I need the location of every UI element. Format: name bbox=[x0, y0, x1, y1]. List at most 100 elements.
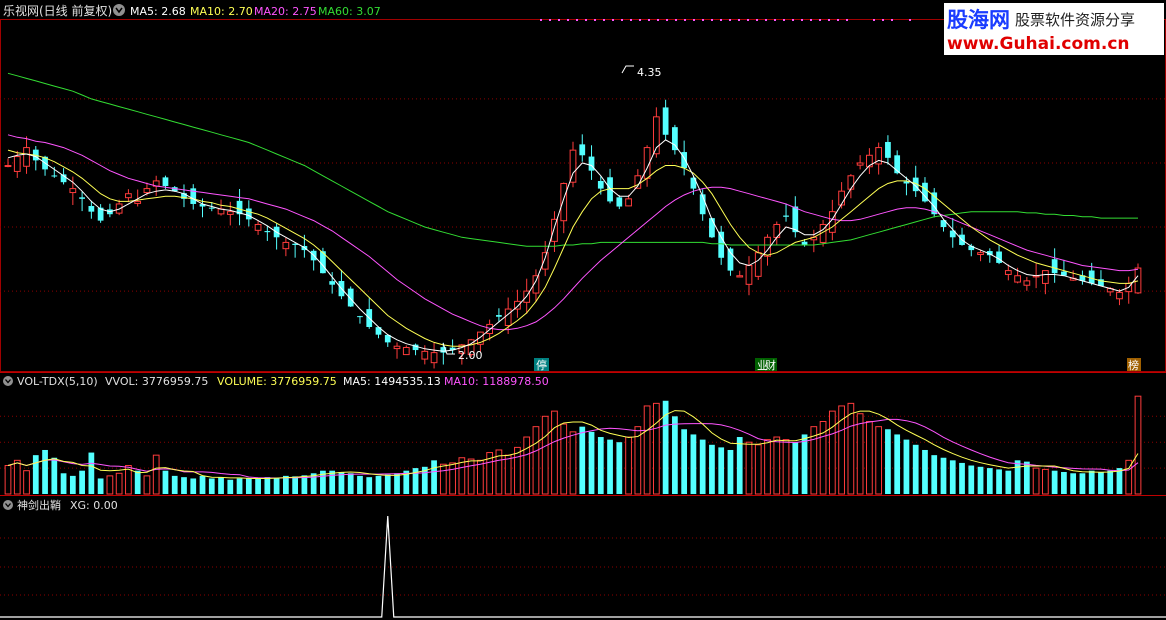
volume-bar bbox=[616, 442, 623, 494]
volume-bar bbox=[569, 431, 577, 495]
top-dot bbox=[540, 19, 542, 21]
tag-list[interactable]: 榜 bbox=[1127, 358, 1141, 372]
volume-bar bbox=[597, 437, 604, 494]
volume-bar bbox=[625, 436, 632, 495]
tag-list-label: 榜 bbox=[1128, 358, 1139, 372]
volume-bars bbox=[4, 395, 1142, 495]
legend-ma20: MA20: 2.75 bbox=[254, 5, 317, 18]
volume-bar bbox=[560, 423, 568, 495]
tag-stop[interactable]: 停 bbox=[534, 358, 549, 372]
volume-bar bbox=[1079, 473, 1086, 494]
volume-bar bbox=[1107, 470, 1114, 494]
top-dot bbox=[612, 19, 614, 21]
chevron-down-icon[interactable] bbox=[3, 376, 13, 386]
candle-body bbox=[625, 198, 632, 207]
volume-bar bbox=[467, 458, 475, 495]
top-dot bbox=[891, 19, 893, 21]
volume-bar bbox=[181, 477, 187, 494]
volume-bar bbox=[727, 449, 734, 494]
volume-bar bbox=[514, 446, 521, 495]
candle-body bbox=[88, 206, 95, 212]
watermark-brand: 股海网 bbox=[947, 8, 1010, 32]
candle-body bbox=[597, 180, 604, 189]
candle-body bbox=[672, 127, 678, 151]
volume-bar bbox=[977, 466, 984, 494]
candle-body bbox=[4, 165, 12, 168]
top-dot bbox=[630, 19, 632, 21]
signal-xg-value: XG: 0.00 bbox=[70, 499, 118, 512]
volume-bar bbox=[1014, 460, 1021, 494]
candle-body bbox=[792, 206, 799, 233]
top-dot bbox=[747, 19, 749, 21]
top-dot bbox=[828, 19, 830, 21]
volume-bar bbox=[875, 426, 883, 495]
volume-bar bbox=[329, 470, 336, 494]
top-dot bbox=[810, 19, 812, 21]
top-dot bbox=[594, 19, 596, 21]
volume-bar bbox=[282, 475, 289, 494]
candle-body bbox=[504, 308, 512, 326]
candle-body bbox=[329, 281, 336, 285]
volume-bar bbox=[709, 444, 715, 494]
candle-body bbox=[736, 275, 744, 278]
volume-bar bbox=[699, 439, 706, 494]
volume-bar bbox=[449, 462, 456, 495]
top-dot bbox=[756, 19, 758, 21]
top-dot bbox=[576, 19, 578, 21]
volume-bar bbox=[681, 429, 688, 494]
candle-body bbox=[745, 264, 753, 285]
top-dot bbox=[549, 19, 551, 21]
top-dot bbox=[603, 19, 605, 21]
volume-bar bbox=[60, 473, 67, 494]
volume-bar bbox=[940, 457, 947, 494]
top-dot bbox=[720, 19, 722, 21]
candle-body bbox=[1023, 280, 1031, 286]
top-dot bbox=[792, 19, 794, 21]
volume-bar bbox=[273, 477, 280, 494]
volume-bar bbox=[357, 475, 363, 494]
candle-body bbox=[496, 315, 502, 317]
volume-bar bbox=[162, 470, 169, 494]
candle-body bbox=[421, 350, 429, 360]
volume-bar bbox=[773, 436, 781, 495]
candle-body bbox=[838, 190, 845, 206]
tag-finance[interactable]: 业 财 bbox=[755, 358, 777, 372]
candle-body bbox=[13, 156, 21, 172]
volume-bar bbox=[551, 410, 558, 495]
candle-body bbox=[347, 288, 354, 307]
candle-body bbox=[1004, 270, 1012, 275]
vol-vvol: VVOL: 3776959.75 bbox=[105, 375, 208, 388]
chevron-down-icon[interactable] bbox=[113, 4, 125, 16]
volume-bar bbox=[754, 444, 762, 495]
candle-body bbox=[1014, 275, 1021, 283]
candle-body bbox=[1116, 291, 1123, 300]
top-dot bbox=[909, 19, 911, 21]
candle-body bbox=[23, 147, 30, 167]
price-candles bbox=[4, 99, 1142, 369]
volume-bar bbox=[866, 420, 873, 495]
volume-bar bbox=[347, 473, 354, 494]
volume-bar bbox=[152, 454, 160, 495]
volume-bar bbox=[245, 477, 252, 494]
chevron-down-icon[interactable] bbox=[3, 500, 13, 510]
top-dot bbox=[675, 19, 677, 21]
candle-body bbox=[1042, 270, 1049, 284]
volume-bar bbox=[4, 465, 12, 495]
volume-bar bbox=[1061, 471, 1067, 494]
volume-bar bbox=[51, 457, 58, 494]
volume-bar bbox=[856, 413, 864, 495]
volume-bar bbox=[745, 441, 753, 495]
volume-bar bbox=[32, 455, 39, 494]
volume-bar bbox=[292, 476, 299, 494]
volume-bar bbox=[541, 415, 549, 495]
top-dot bbox=[819, 19, 821, 21]
candle-body bbox=[393, 345, 401, 350]
volume-bar bbox=[672, 416, 678, 494]
volume-bar bbox=[959, 462, 965, 494]
candle-body bbox=[143, 188, 151, 194]
volume-bar bbox=[88, 452, 95, 494]
top-dot bbox=[567, 19, 569, 21]
top-dot bbox=[738, 19, 740, 21]
legend-ma5: MA5: 2.68 bbox=[130, 5, 186, 18]
volume-bar bbox=[171, 475, 178, 494]
